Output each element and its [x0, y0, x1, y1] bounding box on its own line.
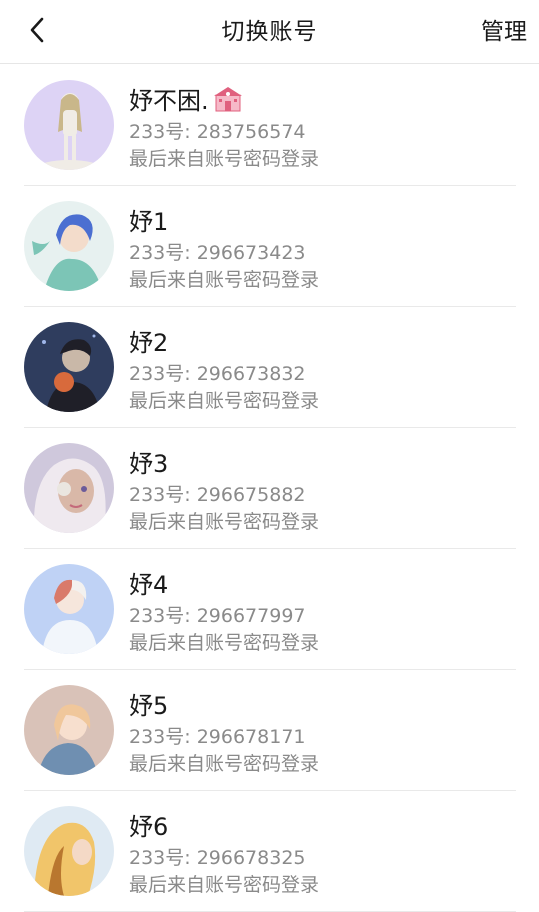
last-login-method: 最后来自账号密码登录 [129, 632, 320, 654]
account-name: 妤4 [129, 571, 169, 599]
manage-button[interactable]: 管理 [481, 12, 527, 46]
avatar [24, 685, 114, 775]
school-icon [213, 86, 242, 111]
account-row-4[interactable]: 妤4 233号: 296677997 最后来自账号密码登录 [0, 549, 539, 670]
account-name: 妤5 [129, 692, 169, 720]
avatar [24, 806, 114, 896]
avatar [24, 564, 114, 654]
avatar [24, 322, 114, 412]
last-login-method: 最后来自账号密码登录 [129, 511, 320, 533]
avatar [24, 443, 114, 533]
account-id: 233号: 296673832 [129, 363, 306, 385]
account-name: 妤6 [129, 813, 169, 841]
account-id: 233号: 296678171 [129, 726, 306, 748]
account-row-3[interactable]: 妤3 233号: 296675882 最后来自账号密码登录 [0, 428, 539, 549]
account-id: 233号: 296675882 [129, 484, 306, 506]
account-row-5[interactable]: 妤5 233号: 296678171 最后来自账号密码登录 [0, 670, 539, 791]
last-login-method: 最后来自账号密码登录 [129, 148, 320, 170]
account-row-0[interactable]: 妤不困. 233号: 283756574 最后来自账号密码登录 [0, 65, 539, 186]
account-list: 妤不困. 233号: 283756574 最后来自账号密码登录 妤1 233号:… [0, 65, 539, 912]
account-id: 233号: 296677997 [129, 605, 306, 627]
last-login-method: 最后来自账号密码登录 [129, 269, 320, 291]
avatar [24, 201, 114, 291]
account-name: 妤3 [129, 450, 169, 478]
account-row-6[interactable]: 妤6 233号: 296678325 最后来自账号密码登录 [0, 791, 539, 912]
account-row-1[interactable]: 妤1 233号: 296673423 最后来自账号密码登录 [0, 186, 539, 307]
account-id: 233号: 283756574 [129, 121, 306, 143]
account-name: 妤2 [129, 329, 169, 357]
page-title: 切换账号 [221, 19, 318, 45]
last-login-method: 最后来自账号密码登录 [129, 390, 320, 412]
account-id: 233号: 296673423 [129, 242, 306, 264]
account-name: 妤1 [129, 208, 169, 236]
last-login-method: 最后来自账号密码登录 [129, 874, 320, 896]
account-name: 妤不困. [129, 81, 243, 116]
last-login-method: 最后来自账号密码登录 [129, 753, 320, 775]
avatar [24, 80, 114, 170]
account-row-2[interactable]: 妤2 233号: 296673832 最后来自账号密码登录 [0, 307, 539, 428]
top-bar: 切换账号 管理 [0, 0, 539, 64]
account-id: 233号: 296678325 [129, 847, 306, 869]
